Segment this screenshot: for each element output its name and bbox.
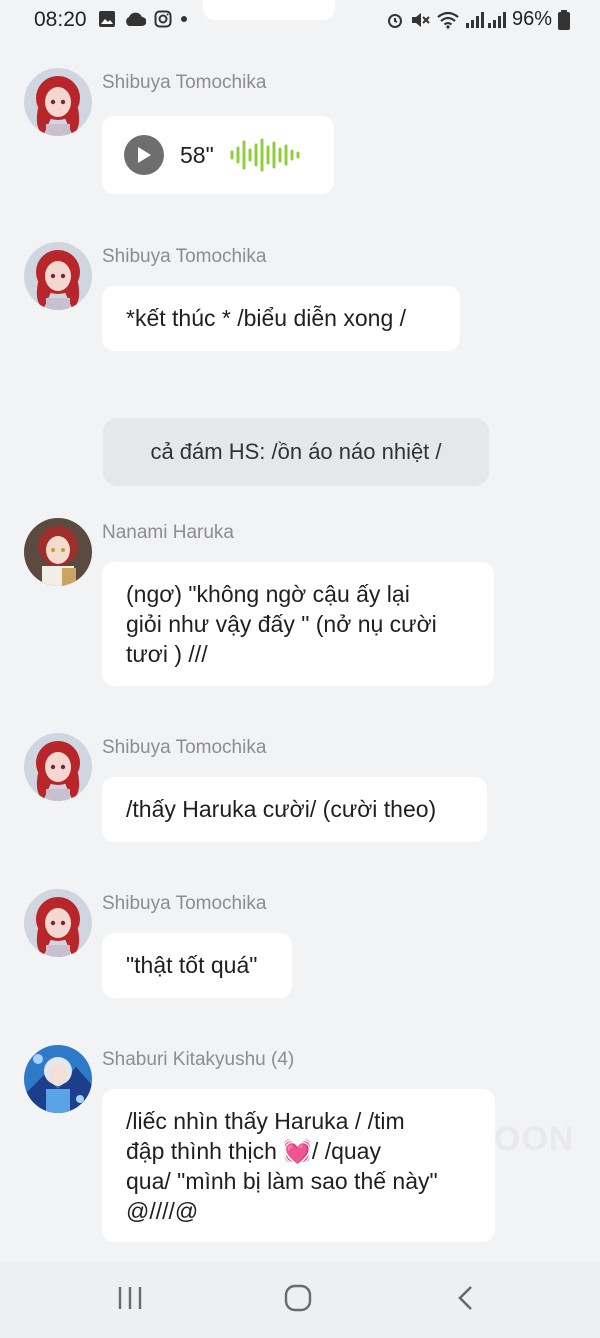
play-icon xyxy=(138,147,151,163)
alarm-icon xyxy=(387,13,402,28)
cloud-icon xyxy=(126,12,146,26)
previous-bubble-fragment xyxy=(203,0,335,20)
avatar[interactable] xyxy=(24,1045,92,1113)
sender-name: Shibuya Tomochika xyxy=(102,893,267,914)
sender-name: Nanami Haruka xyxy=(102,522,234,543)
home-icon xyxy=(284,1284,312,1312)
message-bubble[interactable]: "thật tốt quá" xyxy=(102,933,292,998)
waveform-icon xyxy=(230,138,300,172)
wifi-icon xyxy=(437,11,459,29)
image-icon xyxy=(99,11,115,27)
avatar[interactable] xyxy=(24,733,92,801)
system-message: cả đám HS: /ồn áo náo nhiệt / xyxy=(103,418,489,486)
message-text: /thấy Haruka cười/ (cười theo) xyxy=(126,796,437,822)
message-line: @////@ xyxy=(126,1198,199,1224)
message-line: qua/ "mình bị làm sao thế này" xyxy=(126,1168,438,1194)
sender-name: Shibuya Tomochika xyxy=(102,246,267,267)
watermark: OON xyxy=(494,1120,575,1158)
message-line: giỏi như vậy đấy " (nở nụ cười xyxy=(126,611,437,637)
status-bar: 08:20 96% xyxy=(0,0,600,40)
message-line: /liếc nhìn thấy Haruka / /tim xyxy=(126,1108,405,1134)
sender-name: Shaburi Kitakyushu (4) xyxy=(102,1049,295,1070)
message-text: *kết thúc * /biểu diễn xong / xyxy=(126,305,407,331)
signal-icon xyxy=(465,11,506,28)
avatar[interactable] xyxy=(24,889,92,957)
voice-bubble[interactable]: 58" xyxy=(102,116,334,194)
clock: 08:20 xyxy=(34,8,87,31)
voice-duration: 58" xyxy=(180,142,214,168)
home-button[interactable] xyxy=(284,1284,312,1317)
message-bubble[interactable]: /liếc nhìn thấy Haruka / /tim đập thình … xyxy=(102,1089,495,1242)
sender-name: Shibuya Tomochika xyxy=(102,72,267,93)
message-line: tươi ) /// xyxy=(126,641,208,667)
system-message-text: cả đám HS: /ồn áo náo nhiệt / xyxy=(150,439,442,464)
message-line: đập thình thịch 💓/ /quay xyxy=(126,1138,381,1164)
avatar[interactable] xyxy=(24,68,92,136)
message-bubble[interactable]: (ngơ) "không ngờ cậu ấy lại giỏi như vậy… xyxy=(102,562,494,686)
back-button[interactable] xyxy=(452,1284,480,1317)
recent-apps-icon xyxy=(118,1287,142,1309)
avatar[interactable] xyxy=(24,518,92,586)
mute-icon xyxy=(411,12,430,27)
recent-apps-button[interactable] xyxy=(116,1284,144,1317)
message-bubble[interactable]: *kết thúc * /biểu diễn xong / xyxy=(102,286,460,351)
play-button[interactable] xyxy=(124,135,164,175)
battery-icon xyxy=(558,9,570,30)
sender-name: Shibuya Tomochika xyxy=(102,737,267,758)
message-text: "thật tốt quá" xyxy=(126,952,258,978)
message-bubble[interactable]: /thấy Haruka cười/ (cười theo) xyxy=(102,777,487,842)
avatar[interactable] xyxy=(24,242,92,310)
instagram-icon xyxy=(154,10,172,28)
message-line: (ngơ) "không ngờ cậu ấy lại xyxy=(126,581,410,607)
navigation-bar xyxy=(0,1262,600,1338)
battery-percent: 96% xyxy=(511,8,552,30)
back-icon xyxy=(458,1286,472,1310)
dot-icon xyxy=(181,16,187,22)
